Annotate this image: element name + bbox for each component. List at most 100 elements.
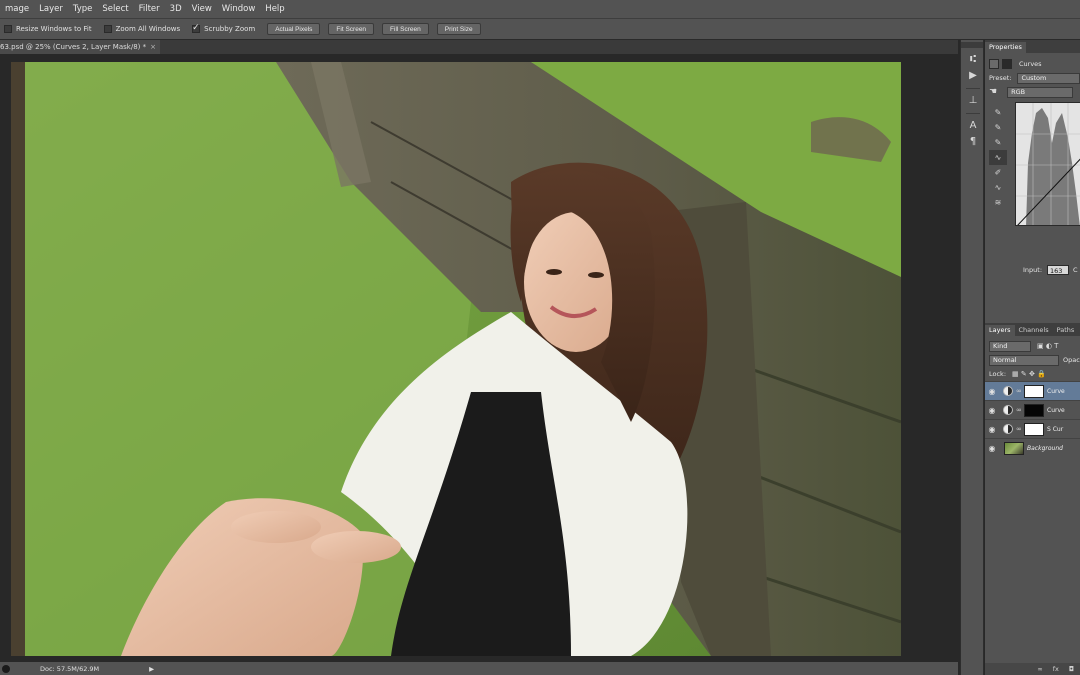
checkbox-box[interactable] [103,25,112,33]
curves-tool-column: ✎ ✎ ✎ ∿ ✐ ∿ ≋ [989,105,1007,210]
mask-icon[interactable] [1002,59,1012,69]
mask-icon[interactable]: ◘ [1069,665,1074,673]
properties-icon[interactable]: ⊥ [961,93,985,109]
layer-row[interactable]: ◉ Background [985,438,1080,457]
tab-channels[interactable]: Channels [1015,325,1053,336]
background-thumbnail[interactable] [1004,441,1024,455]
divider [966,113,980,114]
actions-play-icon[interactable]: ▶ [961,68,985,84]
output-label-partial: C [1073,266,1078,274]
checkbox-box[interactable] [192,23,201,33]
properties-header: Curves [985,57,1080,71]
link-chain-icon[interactable]: ∞ [1016,387,1022,395]
menu-type[interactable]: Type [68,0,98,18]
portrait-photo-image [11,62,901,656]
link-chain-icon[interactable]: ∞ [1016,425,1022,433]
visibility-eye-icon[interactable]: ◉ [985,444,999,453]
menu-bar: mage Layer Type Select Filter 3D View Wi… [0,0,1080,18]
checkbox-box[interactable] [4,25,12,33]
adjustment-layer-icon [1003,424,1013,434]
menu-filter[interactable]: Filter [134,0,165,18]
link-icon[interactable]: ∞ [1037,665,1042,673]
menu-select[interactable]: Select [97,0,133,18]
layer-mask-thumbnail[interactable] [1024,422,1044,436]
blend-mode-dropdown[interactable]: Normal [989,354,1059,366]
tab-layers[interactable]: Layers [985,325,1015,336]
gray-point-eyedropper-icon[interactable]: ✎ [989,120,1007,135]
document-tab[interactable]: 63.psd @ 25% (Curves 2, Layer Mask/8) * × [0,40,160,54]
adjustment-layer-icon [1003,405,1013,415]
fill-screen-button[interactable]: Fill Screen [382,23,429,35]
paragraph-icon[interactable]: ¶ [961,134,985,150]
layer-name[interactable]: Curve [1047,388,1065,395]
preset-row: Preset: Custom [985,71,1080,85]
zoom-level-badge[interactable] [2,664,10,673]
layers-tab-strip: Layers Channels Paths [985,323,1080,336]
layer-name[interactable]: Background [1027,445,1063,452]
hand-target-icon[interactable]: ☚ [989,87,997,97]
tab-properties[interactable]: Properties [985,42,1026,53]
visibility-eye-icon[interactable]: ◉ [985,406,999,415]
lock-row: Lock: ▦ ✎ ✥ 🔒 [985,367,1080,381]
close-tab-icon[interactable]: × [150,43,156,51]
layer-row[interactable]: ◉ ∞ S Cur [985,419,1080,438]
panel-grip[interactable] [961,42,983,48]
menu-layer[interactable]: Layer [34,0,68,18]
menu-window[interactable]: Window [217,0,261,18]
preset-label: Preset: [989,74,1012,82]
layers-bottom-toolbar: ∞ fx ◘ [985,663,1080,675]
doc-size-text: Doc: 57.5M/62.9M [40,664,100,673]
channel-dropdown[interactable]: RGB [1007,86,1074,98]
layer-name[interactable]: S Cur [1047,426,1063,433]
resize-windows-checkbox[interactable]: Resize Windows to Fit [4,25,92,33]
link-chain-icon[interactable]: ∞ [1016,406,1022,414]
tab-paths[interactable]: Paths [1053,325,1079,336]
filter-row: Kind ▣ ◐ T [985,339,1080,353]
curves-adjustment-icon [989,59,999,69]
white-point-eyedropper-icon[interactable]: ✎ [989,135,1007,150]
auto-icon[interactable]: ≋ [989,195,1007,210]
layer-mask-thumbnail[interactable] [1024,403,1044,417]
scrubby-zoom-checkbox[interactable]: Scrubby Zoom [192,23,255,33]
input-value-field[interactable]: 163 [1047,265,1070,275]
layer-row[interactable]: ◉ ∞ Curve [985,400,1080,419]
layer-row[interactable]: ◉ ∞ Curve [985,381,1080,400]
smooth-icon[interactable]: ∿ [989,180,1007,195]
filter-icons[interactable]: ▣ ◐ T [1037,342,1058,350]
curves-graph[interactable] [1015,102,1080,226]
collapsed-panel-strip: ⑆ ▶ ⊥ A ¶ [960,40,984,675]
menu-help[interactable]: Help [260,0,289,18]
curve-histogram-graphic [1016,103,1080,225]
fx-icon[interactable]: fx [1053,665,1059,673]
preset-dropdown[interactable]: Custom [1017,72,1080,84]
curve-edit-icon[interactable]: ∿ [989,150,1007,165]
print-size-button[interactable]: Print Size [436,23,481,35]
opacity-label-partial: Opac [1063,356,1080,364]
status-bar: Doc: 57.5M/62.9M ▶ [0,662,958,675]
status-arrow-icon[interactable]: ▶ [149,665,154,673]
visibility-eye-icon[interactable]: ◉ [985,425,999,434]
zoom-all-windows-checkbox[interactable]: Zoom All Windows [103,25,180,33]
layer-mask-thumbnail[interactable] [1024,384,1044,398]
channel-row: ☚ RGB [985,85,1080,99]
menu-view[interactable]: View [187,0,217,18]
adjustment-layer-icon [1003,386,1013,396]
pencil-icon[interactable]: ✐ [989,165,1007,180]
fit-screen-button[interactable]: Fit Screen [328,23,375,35]
blend-row: Normal Opac [985,353,1080,367]
divider [966,88,980,89]
canvas-area[interactable] [0,54,958,662]
character-icon[interactable]: A [961,118,985,134]
document-canvas-photo[interactable] [11,62,901,656]
menu-image[interactable]: mage [0,0,34,18]
layer-name[interactable]: Curve [1047,407,1065,414]
kind-filter-dropdown[interactable]: Kind [989,340,1031,352]
document-tab-bar: 63.psd @ 25% (Curves 2, Layer Mask/8) * × [0,40,958,54]
actual-pixels-button[interactable]: Actual Pixels [267,23,321,35]
lock-icons[interactable]: ▦ ✎ ✥ 🔒 [1012,370,1046,378]
menu-3d[interactable]: 3D [165,0,187,18]
black-point-eyedropper-icon[interactable]: ✎ [989,105,1007,120]
input-label: Input: [1023,266,1043,274]
history-icon[interactable]: ⑆ [961,52,985,68]
visibility-eye-icon[interactable]: ◉ [985,387,999,396]
